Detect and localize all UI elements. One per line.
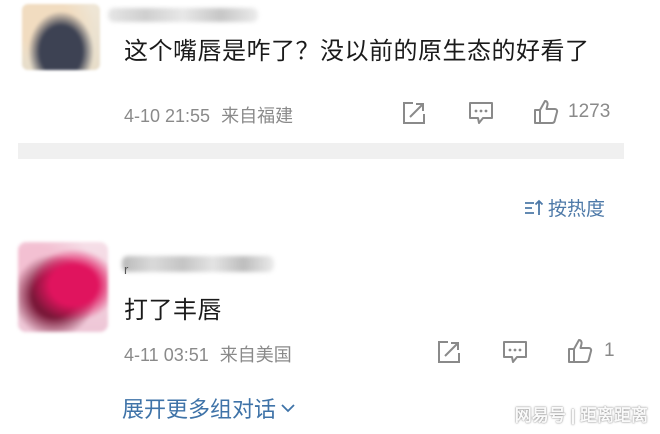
share-button[interactable] [401,100,427,126]
location: 来自福建 [221,106,294,126]
expand-more-conversation-link[interactable]: 展开更多组对话 [122,392,296,424]
expand-label: 展开更多组对话 [122,397,277,422]
username-visible-fragment: r [124,262,129,277]
sort-label: 按热度 [548,199,606,220]
reply-button[interactable] [468,100,494,126]
comment-meta: 4-10 21:55 来自福建 [124,102,293,128]
timestamp: 4-10 21:55 [124,106,211,126]
section-divider [18,143,624,159]
like-count: 1 [604,340,615,361]
like-count: 1273 [568,101,611,122]
share-icon [438,341,460,363]
watermark: 网易号 | 距离距离 [514,406,648,425]
timestamp: 4-11 03:51 [124,345,209,365]
sort-icon [525,199,544,215]
comment-text: 打了丰唇 [124,297,222,324]
username-blurred[interactable] [108,8,258,22]
like-icon [534,100,559,124]
username-blurred[interactable] [122,256,274,272]
reply-button[interactable] [502,339,528,365]
like-icon [568,339,593,363]
avatar[interactable] [18,242,108,332]
comment-meta: 4-11 03:51 来自美国 [124,341,292,367]
sort-by-hot-button[interactable]: 按热度 [524,194,605,221]
comment-icon [503,341,527,363]
comment-icon [469,102,493,124]
like-button[interactable]: 1273 [532,98,610,126]
share-button[interactable] [436,339,462,365]
like-button[interactable]: 1 [566,337,615,365]
chevron-down-icon [281,404,295,413]
comment-text: 这个嘴唇是咋了？没以前的原生态的好看了 [124,38,590,65]
share-icon [403,102,425,124]
location: 来自美国 [219,345,292,365]
avatar[interactable] [22,4,100,70]
